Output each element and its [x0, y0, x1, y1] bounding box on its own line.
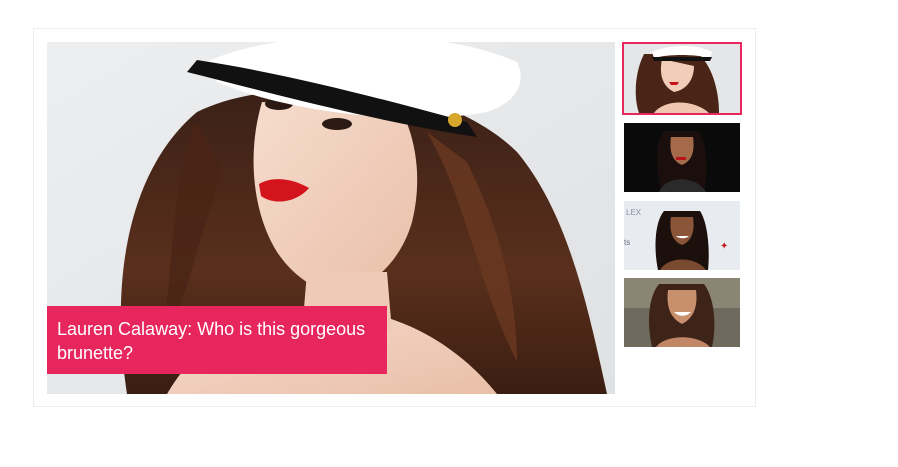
svg-text:✦: ✦ [720, 241, 728, 252]
thumbnail-1[interactable] [622, 42, 742, 115]
svg-text:ts: ts [624, 238, 630, 247]
thumbnail-2[interactable] [624, 123, 740, 192]
svg-text:LEX: LEX [626, 208, 642, 217]
thumbnail-image [624, 278, 740, 347]
thumbnail-image [624, 44, 740, 113]
thumbnail-4[interactable] [624, 278, 740, 347]
photo-slider: Lauren Calaway: Who is this gorgeous bru… [33, 28, 756, 407]
main-slide[interactable]: Lauren Calaway: Who is this gorgeous bru… [47, 42, 615, 394]
slide-caption[interactable]: Lauren Calaway: Who is this gorgeous bru… [47, 306, 387, 374]
thumbnail-3[interactable]: LEX ts ✦ [624, 201, 740, 270]
thumbnail-image: LEX ts ✦ [624, 201, 740, 270]
thumbnail-image [624, 123, 740, 192]
